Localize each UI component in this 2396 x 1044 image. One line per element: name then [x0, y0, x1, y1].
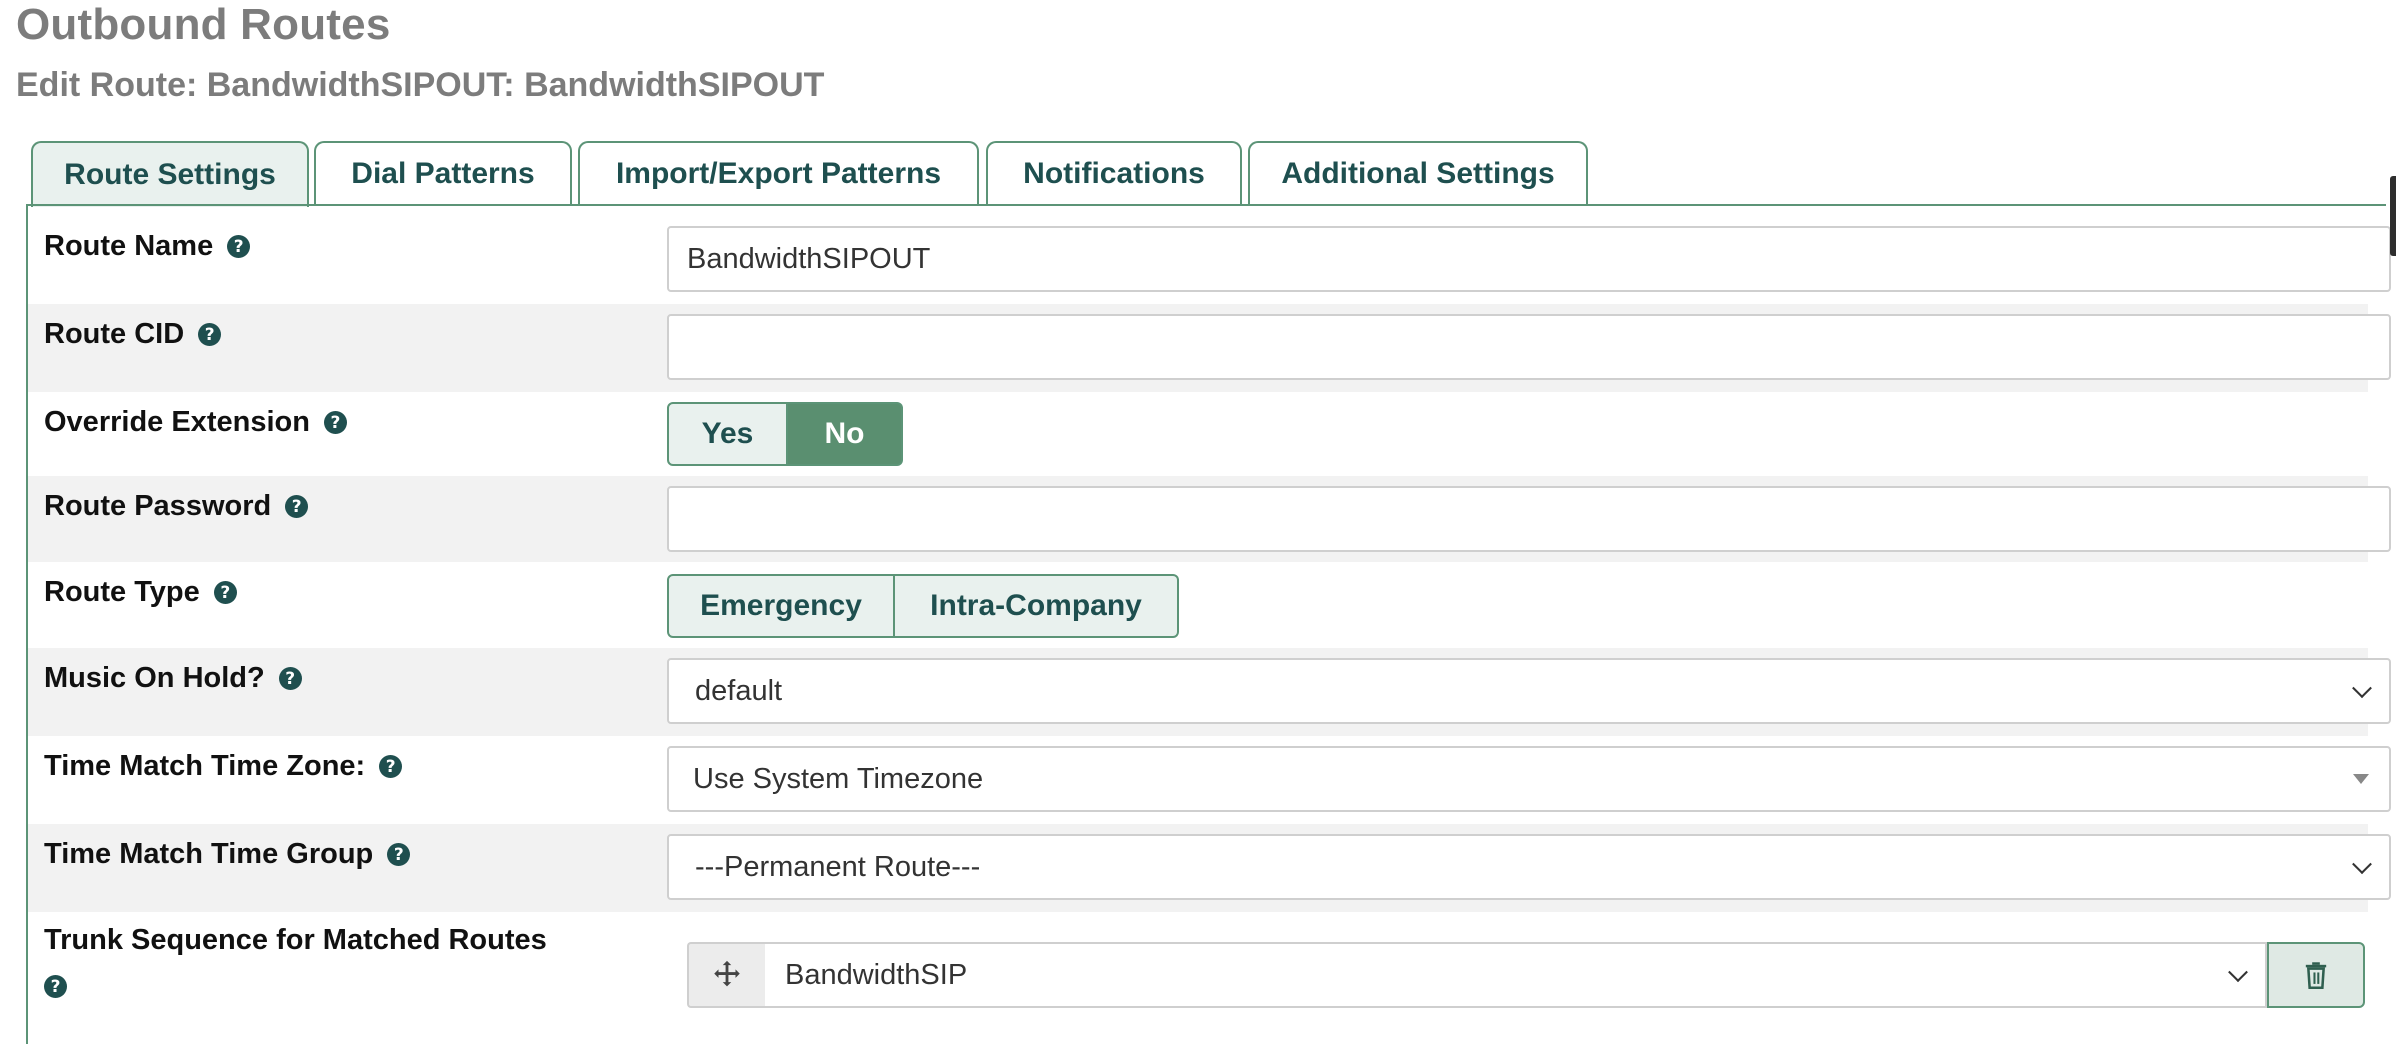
time-zone-label-text: Time Match Time Zone: — [44, 750, 366, 782]
override-extension-row: Override Extension ? Yes No — [28, 392, 2368, 476]
scrollbar-edge[interactable] — [2390, 176, 2396, 256]
trunk-sequence-label-text: Trunk Sequence for Matched Routes — [44, 924, 547, 956]
route-password-label-text: Route Password — [44, 490, 272, 522]
trash-icon — [2305, 962, 2327, 989]
time-zone-select[interactable]: Use System Timezone — [667, 746, 2391, 812]
page-subtitle: Edit Route: BandwidthSIPOUT: BandwidthSI… — [16, 66, 825, 104]
route-name-label-text: Route Name — [44, 230, 214, 262]
route-type-options: Emergency Intra-Company — [667, 574, 1179, 638]
route-password-row: Route Password ? — [28, 476, 2391, 562]
help-icon[interactable]: ? — [278, 667, 302, 690]
time-zone-row: Time Match Time Zone: ? Use System Timez… — [28, 736, 2391, 824]
route-type-intra-company-button[interactable]: Intra-Company — [895, 574, 1179, 638]
trunk-sequence-entry: BandwidthSIP — [687, 942, 2365, 1008]
help-icon[interactable]: ? — [285, 495, 309, 518]
help-icon[interactable]: ? — [44, 975, 67, 998]
music-on-hold-label: Music On Hold? ? — [44, 662, 302, 695]
move-handle-icon[interactable] — [687, 942, 765, 1008]
help-icon[interactable]: ? — [379, 755, 403, 778]
route-cid-label-text: Route CID — [44, 318, 185, 350]
tab-import-export-patterns[interactable]: Import/Export Patterns — [578, 141, 979, 205]
route-cid-input[interactable] — [667, 314, 2391, 380]
route-password-label: Route Password ? — [44, 490, 309, 523]
tab-route-settings[interactable]: Route Settings — [31, 141, 309, 207]
route-type-label-text: Route Type — [44, 576, 200, 608]
override-extension-no-button[interactable]: No — [788, 402, 903, 466]
tab-notifications[interactable]: Notifications — [986, 141, 1242, 205]
override-extension-label-text: Override Extension — [44, 406, 310, 438]
help-icon[interactable]: ? — [387, 843, 411, 866]
chevron-down-icon — [2352, 678, 2372, 699]
time-zone-label: Time Match Time Zone: ? — [44, 750, 403, 783]
help-icon[interactable]: ? — [227, 235, 251, 258]
time-group-label: Time Match Time Group ? — [44, 838, 411, 871]
chevron-down-icon — [2352, 854, 2372, 875]
override-extension-label: Override Extension ? — [44, 406, 347, 439]
route-name-label: Route Name ? — [44, 230, 251, 263]
time-zone-value: Use System Timezone — [693, 762, 984, 795]
music-on-hold-label-text: Music On Hold? — [44, 662, 265, 694]
time-group-select[interactable]: ---Permanent Route--- — [667, 834, 2391, 900]
trunk-select-value: BandwidthSIP — [785, 958, 968, 991]
music-on-hold-value: default — [695, 674, 783, 707]
help-icon[interactable]: ? — [323, 411, 347, 434]
tab-additional-settings[interactable]: Additional Settings — [1248, 141, 1588, 205]
chevron-down-icon — [2228, 962, 2248, 983]
route-cid-label: Route CID ? — [44, 318, 222, 351]
override-extension-toggle: Yes No — [667, 402, 903, 466]
time-group-value: ---Permanent Route--- — [695, 850, 981, 883]
time-group-label-text: Time Match Time Group — [44, 838, 374, 870]
music-on-hold-row: Music On Hold? ? default — [28, 648, 2391, 736]
override-extension-yes-button[interactable]: Yes — [667, 402, 788, 466]
trunk-sequence-row: Trunk Sequence for Matched Routes ? Band… — [28, 912, 2368, 1044]
route-type-row: Route Type ? Emergency Intra-Company — [28, 562, 2368, 648]
dropdown-arrow-icon — [2353, 774, 2369, 784]
trunk-sequence-label: Trunk Sequence for Matched Routes ? — [44, 924, 547, 998]
route-name-input[interactable] — [667, 226, 2391, 292]
time-group-row: Time Match Time Group ? ---Permanent Rou… — [28, 824, 2391, 912]
music-on-hold-select[interactable]: default — [667, 658, 2391, 724]
route-type-label: Route Type ? — [44, 576, 237, 609]
route-cid-row: Route CID ? — [28, 304, 2391, 392]
page-title: Outbound Routes — [16, 0, 391, 49]
trunk-select[interactable]: BandwidthSIP — [765, 942, 2267, 1008]
route-name-row: Route Name ? — [28, 216, 2391, 304]
route-password-input[interactable] — [667, 486, 2391, 552]
route-type-emergency-button[interactable]: Emergency — [667, 574, 895, 638]
tab-dial-patterns[interactable]: Dial Patterns — [314, 141, 572, 205]
help-icon[interactable]: ? — [198, 323, 222, 346]
delete-trunk-button[interactable] — [2267, 942, 2365, 1008]
help-icon[interactable]: ? — [213, 581, 237, 604]
